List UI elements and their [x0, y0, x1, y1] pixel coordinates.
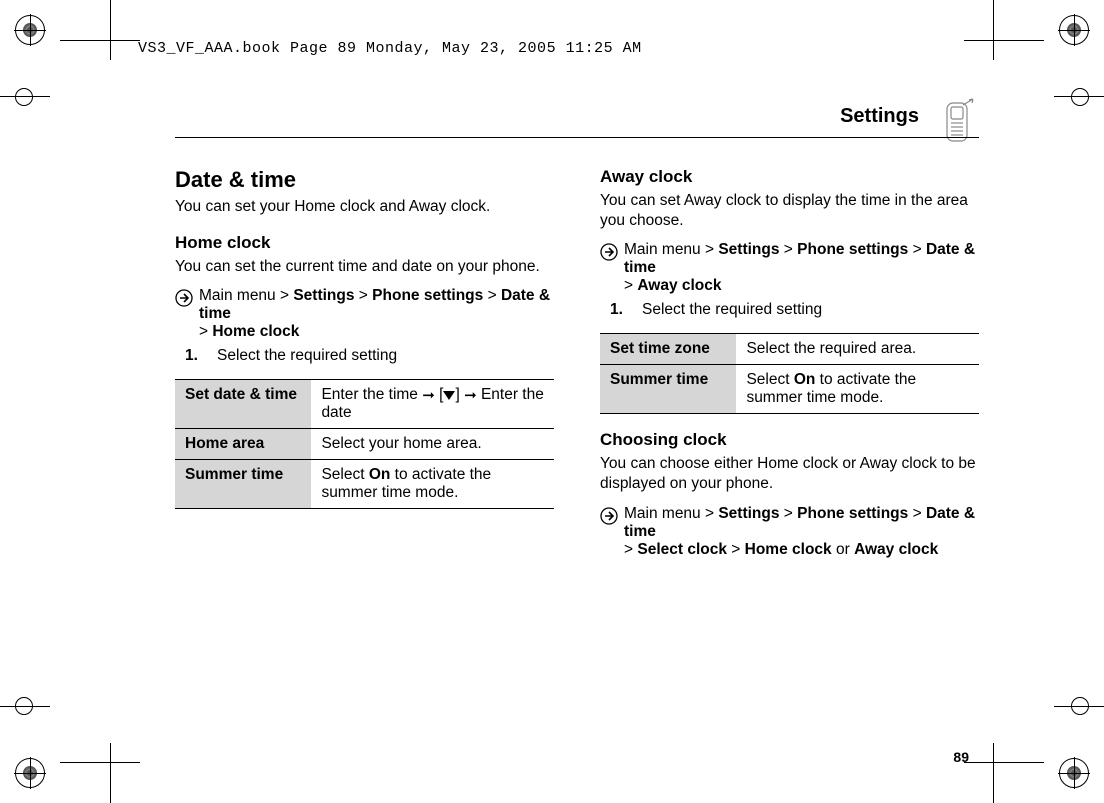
body-text: You can choose either Home clock or Away…: [600, 454, 979, 494]
page-header-metadata: VS3_VF_AAA.book Page 89 Monday, May 23, …: [138, 40, 642, 57]
step-number: 1.: [185, 347, 203, 365]
heading-away-clock: Away clock: [600, 167, 979, 187]
body-text: You can set the current time and date on…: [175, 257, 554, 277]
registration-mark-bottom-right: [1059, 758, 1089, 788]
option-name: Set time zone: [600, 334, 736, 365]
down-triangle-icon: [443, 391, 455, 400]
intro-text: You can set your Home clock and Away clo…: [175, 197, 554, 217]
menu-path-home-clock: Main menu > Settings > Phone settings > …: [175, 287, 554, 341]
arrow-right-icon: [600, 507, 618, 530]
option-desc: Select your home area.: [311, 429, 554, 460]
option-name: Home area: [175, 429, 311, 460]
option-desc: Select the required area.: [736, 334, 979, 365]
step-item: 1. Select the required setting: [610, 301, 979, 319]
table-row: Summer time Select On to activate the su…: [175, 460, 554, 509]
registration-mark-bottom-left: [15, 758, 45, 788]
heading-choosing-clock: Choosing clock: [600, 430, 979, 450]
table-row: Summer time Select On to activate the su…: [600, 365, 979, 414]
registration-mark-top-left: [15, 15, 45, 45]
step-text: Select the required setting: [217, 347, 397, 365]
table-row: Home area Select your home area.: [175, 429, 554, 460]
menu-path-select-clock: Main menu > Settings > Phone settings > …: [600, 505, 979, 559]
step-list: 1. Select the required setting: [185, 347, 554, 365]
option-desc: Select On to activate the summer time mo…: [736, 365, 979, 414]
option-name: Summer time: [175, 460, 311, 509]
menu-path-text: Main menu > Settings > Phone settings > …: [624, 241, 979, 295]
menu-path-away-clock: Main menu > Settings > Phone settings > …: [600, 241, 979, 295]
content-area: Settings Date & time You can set your Ho…: [175, 105, 979, 743]
section-header: Settings: [175, 105, 979, 155]
options-table-away-clock: Set time zone Select the required area. …: [600, 333, 979, 414]
menu-path-text: Main menu > Settings > Phone settings > …: [199, 287, 554, 341]
menu-path-text: Main menu > Settings > Phone settings > …: [624, 505, 979, 559]
heading-home-clock: Home clock: [175, 233, 554, 253]
horizontal-rule: [175, 137, 979, 138]
arrow-right-icon: [175, 289, 193, 312]
column-right: Away clock You can set Away clock to dis…: [600, 167, 979, 565]
heading-date-time: Date & time: [175, 167, 554, 193]
registration-mark-top-right: [1059, 15, 1089, 45]
step-number: 1.: [610, 301, 628, 319]
step-text: Select the required setting: [642, 301, 822, 319]
body-text: You can set Away clock to display the ti…: [600, 191, 979, 231]
options-table-home-clock: Set date & time Enter the time ➞ [] ➞ En…: [175, 379, 554, 509]
arrow-right-icon: [600, 243, 618, 266]
table-row: Set time zone Select the required area.: [600, 334, 979, 365]
page-title: Settings: [840, 105, 919, 128]
page: VS3_VF_AAA.book Page 89 Monday, May 23, …: [0, 0, 1104, 803]
option-name: Set date & time: [175, 380, 311, 429]
step-item: 1. Select the required setting: [185, 347, 554, 365]
table-row: Set date & time Enter the time ➞ [] ➞ En…: [175, 380, 554, 429]
option-desc: Enter the time ➞ [] ➞ Enter the date: [311, 380, 554, 429]
option-desc: Select On to activate the summer time mo…: [311, 460, 554, 509]
step-list: 1. Select the required setting: [610, 301, 979, 319]
option-name: Summer time: [600, 365, 736, 414]
page-number: 89: [953, 749, 969, 765]
column-left: Date & time You can set your Home clock …: [175, 167, 554, 565]
